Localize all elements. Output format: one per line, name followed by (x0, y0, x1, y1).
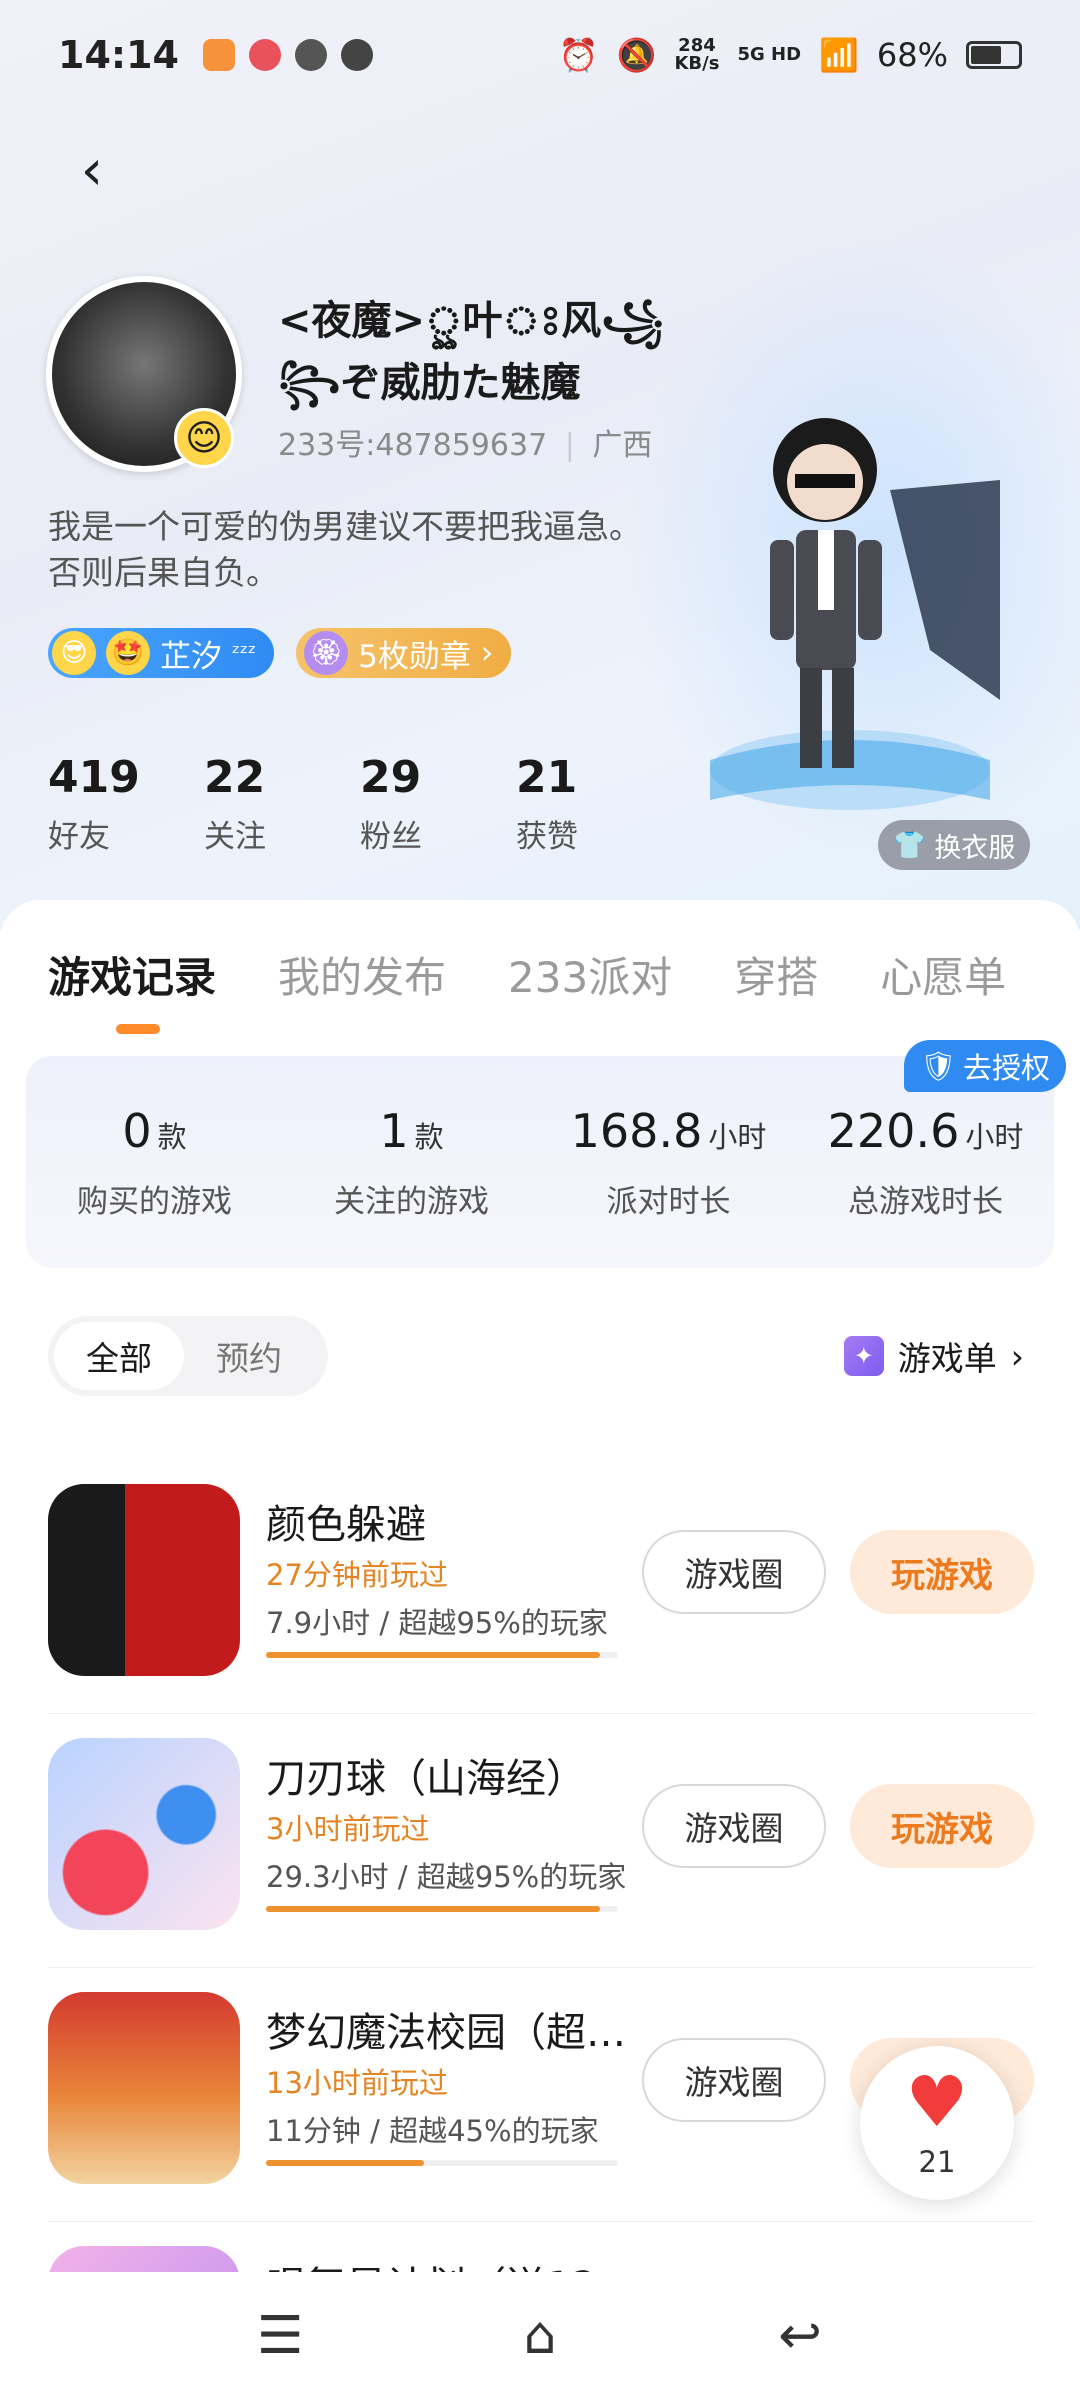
heart-icon: ♥ (905, 2061, 969, 2143)
profile-tabs: 游戏记录 我的发布 233派对 穿搭 心愿单 (48, 944, 1006, 1034)
menu-icon[interactable]: ☰ (240, 2306, 320, 2366)
profile-header: 14:14 ⏰ 🔕 284 KB/s 5G HD 📶 68% ‹ 😊 <夜魔>ৣ… (0, 0, 1080, 930)
game-recent: 3小时前玩过 (266, 1812, 430, 1846)
notification-icons (202, 39, 373, 71)
tab-wishlist[interactable]: 心愿单 (880, 944, 1006, 1005)
game-progress-bar (266, 1906, 618, 1912)
user-id: 233号:487859637 | 广西 (278, 428, 653, 463)
shield-check-icon: 🛡 (920, 1048, 957, 1083)
list-item[interactable]: 颜色躲避 27分钟前玩过 7.9小时 / 超越95%的玩家 游戏圈 玩游戏 (48, 1460, 1034, 1714)
game-recent: 13小时前玩过 (266, 2066, 448, 2100)
game-icon-color-dodge[interactable] (48, 1484, 240, 1676)
avatar-emoji-icon: 😊 (174, 408, 234, 468)
location-notification-icon (248, 39, 281, 71)
sparkle-icon: ✦ (843, 1336, 884, 1376)
signal-icon: 5G HD (737, 44, 802, 65)
link-icon (340, 39, 373, 71)
badges-row: 😎 🤩 芷汐 ᶻᶻᶻ 🏵 5枚勋章 › (48, 628, 512, 678)
game-title: 颜色躲避 (266, 1502, 426, 1548)
avatar-character[interactable] (700, 400, 1000, 840)
summary-party-time: 168.8 小时 派对时长 (570, 1103, 767, 1220)
bio: 我是一个可爱的伪男建议不要把我逼急。 否则后果自负。 (48, 507, 642, 592)
wifi-icon: 📶 (819, 36, 859, 74)
status-bar: 14:14 ⏰ 🔕 284 KB/s 5G HD 📶 68% (0, 0, 1080, 110)
game-title: 刀刃球（山海经） (266, 1756, 586, 1802)
game-list-link[interactable]: ✦ 游戏单 › (843, 1332, 1024, 1380)
game-circle-button[interactable]: 游戏圈 (642, 1530, 826, 1614)
alarm-icon: ⏰ (558, 36, 599, 74)
game-circle-button[interactable]: 游戏圈 (642, 1784, 826, 1868)
medal-icon: 🏵 (304, 631, 349, 675)
wechat-icon (294, 39, 327, 71)
game-progress-bar (266, 1652, 618, 1658)
app-notification-icon (202, 39, 235, 71)
shirt-icon: 👕 (892, 830, 927, 861)
status-right: ⏰ 🔕 284 KB/s 5G HD 📶 68% (559, 36, 1022, 74)
friend-badge[interactable]: 😎 🤩 芷汐 ᶻᶻᶻ (48, 628, 275, 678)
stat-following[interactable]: 22 关注 (204, 752, 360, 856)
system-nav-bar: ☰ ⌂ ↩ (0, 2272, 1080, 2400)
tab-my-posts[interactable]: 我的发布 (278, 944, 446, 1005)
chevron-left-icon: ‹ (80, 137, 104, 203)
chevron-right-icon: › (480, 635, 494, 671)
tab-game-records[interactable]: 游戏记录 (48, 944, 216, 1034)
game-title: 梦幻魔法校园（超… (266, 2010, 626, 2056)
sunglasses-emoji-icon: 😎 (52, 631, 96, 675)
back-button[interactable]: ‹ (62, 137, 122, 203)
stat-fans[interactable]: 29 粉丝 (360, 752, 516, 856)
filter-toggle: 全部 预约 (48, 1316, 328, 1396)
game-stat: 11分钟 / 超越45%的玩家 (266, 2114, 599, 2148)
region: 广西 (592, 428, 653, 463)
play-game-button[interactable]: 玩游戏 (850, 1784, 1034, 1868)
tab-233-party[interactable]: 233派对 (508, 944, 672, 1005)
battery-icon (966, 41, 1022, 69)
summary-purchased: 0款 购买的游戏 (77, 1103, 232, 1220)
home-icon[interactable]: ⌂ (500, 2306, 580, 2366)
summary-followed: 1款 关注的游戏 (334, 1103, 489, 1220)
mute-icon: 🔕 (616, 36, 657, 74)
game-icon-blade-ball[interactable] (48, 1738, 240, 1930)
game-recent: 27分钟前玩过 (266, 1558, 448, 1592)
medal-badge[interactable]: 🏵 5枚勋章 › (296, 628, 512, 678)
game-icon-magic-school[interactable] (48, 1992, 240, 2184)
game-stat: 29.3小时 / 超越95%的玩家 (266, 1860, 627, 1894)
tab-outfits[interactable]: 穿搭 (734, 944, 818, 1005)
nickname: <夜魔>ৣ‍叶ঃ风꧁꧂ぞ威肋た魅魔 (278, 298, 664, 406)
change-outfit-button[interactable]: 👕 换衣服 (878, 820, 1030, 870)
list-item[interactable]: 刀刃球（山海经） 3小时前玩过 29.3小时 / 超越95%的玩家 游戏圈 玩游… (48, 1714, 1034, 1968)
like-button[interactable]: ♥ 21 (860, 2046, 1014, 2200)
authorize-button[interactable]: 🛡 去授权 (904, 1040, 1066, 1092)
game-summary: 0款 购买的游戏 1款 关注的游戏 168.8 小时 派对时长 220.6 小时 总… (26, 1056, 1054, 1268)
net-speed: 284 KB/s (674, 35, 720, 74)
stat-friends[interactable]: 419 好友 (48, 752, 204, 856)
status-time: 14:14 (58, 33, 179, 77)
like-count: 21 (918, 2145, 956, 2179)
play-game-button[interactable]: 玩游戏 (850, 1530, 1034, 1614)
filter-all[interactable]: 全部 (54, 1322, 184, 1390)
back-icon[interactable]: ↩ (760, 2306, 840, 2366)
chevron-right-icon: › (1010, 1336, 1024, 1376)
game-stat: 7.9小时 / 超越95%的玩家 (266, 1606, 608, 1640)
star-eyes-emoji-icon: 🤩 (106, 631, 150, 675)
game-progress-bar (266, 2160, 618, 2166)
game-list: 颜色躲避 27分钟前玩过 7.9小时 / 超越95%的玩家 游戏圈 玩游戏 刀刃… (48, 1460, 1034, 2334)
battery-percent: 68% (876, 36, 948, 74)
stats-row: 419 好友 22 关注 29 粉丝 21 获赞 (48, 752, 672, 856)
summary-total-time: 220.6 小时 总游戏时长 (827, 1103, 1024, 1220)
stat-likes[interactable]: 21 获赞 (516, 752, 672, 856)
filter-reserve[interactable]: 预约 (184, 1322, 314, 1390)
game-circle-button[interactable]: 游戏圈 (642, 2038, 826, 2122)
